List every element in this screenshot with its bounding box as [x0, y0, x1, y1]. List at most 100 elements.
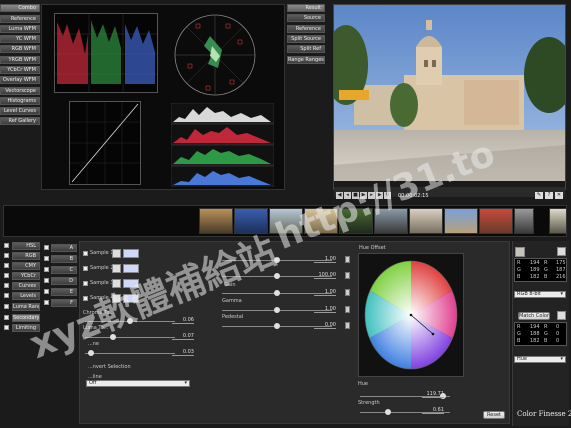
letter-a[interactable]: A	[51, 244, 77, 252]
nav-reference-view[interactable]: Reference	[287, 25, 325, 33]
letter-e[interactable]: E	[51, 288, 77, 296]
letter-e-checkbox[interactable]	[44, 289, 49, 294]
nav-histograms[interactable]: Histograms	[0, 97, 40, 105]
rgb-top-r2-label: R	[544, 260, 548, 266]
preview-tools: ✎ ? ✕	[535, 192, 565, 200]
hue-offset-wheel[interactable]	[359, 254, 463, 376]
match-eyedropper-icon[interactable]	[557, 311, 566, 320]
gain-value[interactable]: 1.00	[314, 289, 336, 296]
letter-c[interactable]: C	[51, 266, 77, 274]
nav-reference[interactable]: Reference	[0, 15, 40, 23]
sample-1-eyedropper-icon[interactable]	[112, 249, 121, 258]
curves-checkbox[interactable]	[4, 283, 9, 288]
gain-knob[interactable]	[274, 290, 280, 296]
nav-curves[interactable]: Curves	[12, 282, 40, 290]
letter-d-checkbox[interactable]	[44, 278, 49, 283]
nav-overlay-wfm[interactable]: Overlay WFM	[0, 76, 40, 84]
strength-knob[interactable]	[385, 409, 391, 415]
sample-1-swatch[interactable]	[123, 249, 139, 258]
chevron-down-icon: ▾	[184, 380, 187, 386]
nav-rgb-wfm[interactable]: RGB WFM	[0, 45, 40, 53]
nav-luma-wfm[interactable]: Luma WFM	[0, 25, 40, 33]
match-color-button[interactable]: Match Color	[518, 312, 550, 320]
ycbcr-checkbox[interactable]	[4, 273, 9, 278]
letter-b[interactable]: B	[51, 255, 77, 263]
letter-c-checkbox[interactable]	[44, 267, 49, 272]
nav-ref-gallery[interactable]: Ref Gallery	[0, 117, 40, 125]
nav-rgb[interactable]: RGB	[12, 252, 40, 260]
gain-stepper[interactable]	[345, 289, 350, 296]
gamma-stepper[interactable]	[345, 306, 350, 313]
nav-hsl[interactable]: HSL	[12, 242, 40, 250]
thumbnail[interactable]	[514, 208, 534, 234]
rgb-top-g2: 187	[556, 267, 566, 273]
nav-source[interactable]: Source	[287, 14, 325, 22]
nav-level-curves[interactable]: Level Curves	[0, 107, 40, 115]
rgb-mode-select[interactable]: RGB 8-bit ▾	[514, 291, 566, 298]
sample-2-label: Sample 2	[90, 265, 114, 271]
letter-d[interactable]: D	[51, 277, 77, 285]
nav-cmy[interactable]: CMY	[12, 262, 40, 270]
nav-ycbcr-wfm[interactable]: YCbCr WFM	[0, 66, 40, 74]
pedestal-value[interactable]: 0.00	[314, 322, 336, 329]
hue-offset-wheel-panel[interactable]	[358, 253, 464, 377]
rgb-checkbox[interactable]	[4, 253, 9, 258]
nav-yc-wfm[interactable]: YC WFM	[0, 35, 40, 43]
letter-b-checkbox[interactable]	[44, 256, 49, 261]
hue-offset-value[interactable]: 119.71	[422, 391, 444, 398]
hsl-checkbox[interactable]	[4, 243, 9, 248]
letter-f-checkbox[interactable]	[44, 300, 49, 305]
softness-slider[interactable]	[85, 350, 175, 356]
nav-split-ref[interactable]: Split Ref	[287, 45, 325, 53]
nav-yrgb-wfm[interactable]: YRGB WFM	[0, 56, 40, 64]
sample-2-eyedropper-icon[interactable]	[112, 264, 121, 273]
thumbnail[interactable]	[199, 208, 233, 234]
thumbnail[interactable]	[479, 208, 513, 234]
rgb-bottom-g2-label: G	[544, 331, 548, 337]
brand-logo: Color Finesse 2	[517, 410, 571, 418]
nav-ycbcr[interactable]: YCbCr	[12, 272, 40, 280]
secondary-checkbox[interactable]	[4, 315, 9, 320]
limiting-checkbox[interactable]	[4, 325, 9, 330]
top-eyedropper-icon[interactable]	[557, 247, 566, 256]
sample-3-checkbox[interactable]	[83, 281, 88, 286]
thumbnail[interactable]	[409, 208, 443, 234]
pedestal-knob[interactable]	[274, 323, 280, 329]
gamma-knob[interactable]	[274, 307, 280, 313]
saturation-stepper[interactable]	[345, 272, 350, 279]
hue-mode-select[interactable]: Hue ▾	[514, 356, 566, 363]
saturation-value[interactable]: 100.00	[314, 272, 336, 279]
eyedropper-icon[interactable]: ✎	[535, 192, 543, 199]
nav-result[interactable]: Result	[287, 4, 325, 12]
nav-levels[interactable]: Levels	[12, 292, 40, 300]
thumbnail[interactable]	[444, 208, 478, 234]
pedestal-stepper[interactable]	[345, 322, 350, 329]
nav-vectorscope[interactable]: Vectorscope	[0, 87, 40, 95]
thumbnail[interactable]	[549, 208, 567, 234]
luma-range-checkbox[interactable]	[4, 304, 9, 309]
sample-1-checkbox[interactable]	[83, 251, 88, 256]
reset-button[interactable]: Reset	[483, 411, 505, 419]
levels-checkbox[interactable]	[4, 293, 9, 298]
softness-value[interactable]: 0.03	[172, 349, 194, 356]
sample-2-checkbox[interactable]	[83, 266, 88, 271]
help-icon[interactable]: ?	[545, 192, 553, 199]
nav-combo[interactable]: Combo	[0, 4, 40, 12]
nav-split-source[interactable]: Split Source	[287, 35, 325, 43]
view-select[interactable]: Off ▾	[86, 380, 190, 387]
nav-range-ranges[interactable]: Range Ranges	[287, 56, 325, 64]
nav-luma-range[interactable]: Luma Range	[12, 303, 40, 311]
gamma-value[interactable]: 1.00	[314, 306, 336, 313]
hue-adjust-value[interactable]: 1.00	[314, 256, 336, 263]
histograms-graph	[170, 102, 275, 187]
softness-knob[interactable]	[88, 350, 94, 356]
luma-tolerance-value[interactable]: 0.07	[172, 333, 194, 340]
letter-a-checkbox[interactable]	[44, 245, 49, 250]
cmy-checkbox[interactable]	[4, 263, 9, 268]
pedestal-label: Pedestal	[222, 314, 244, 320]
chroma-tolerance-value[interactable]: 0.06	[172, 317, 194, 324]
close-icon[interactable]: ✕	[555, 192, 563, 199]
hue-adjust-stepper[interactable]	[345, 256, 350, 263]
rgb-readout-bottom: R 194 R 0 G 188 G 0 B 182 B 0	[514, 322, 567, 346]
strength-value[interactable]: 0.61	[422, 407, 444, 414]
